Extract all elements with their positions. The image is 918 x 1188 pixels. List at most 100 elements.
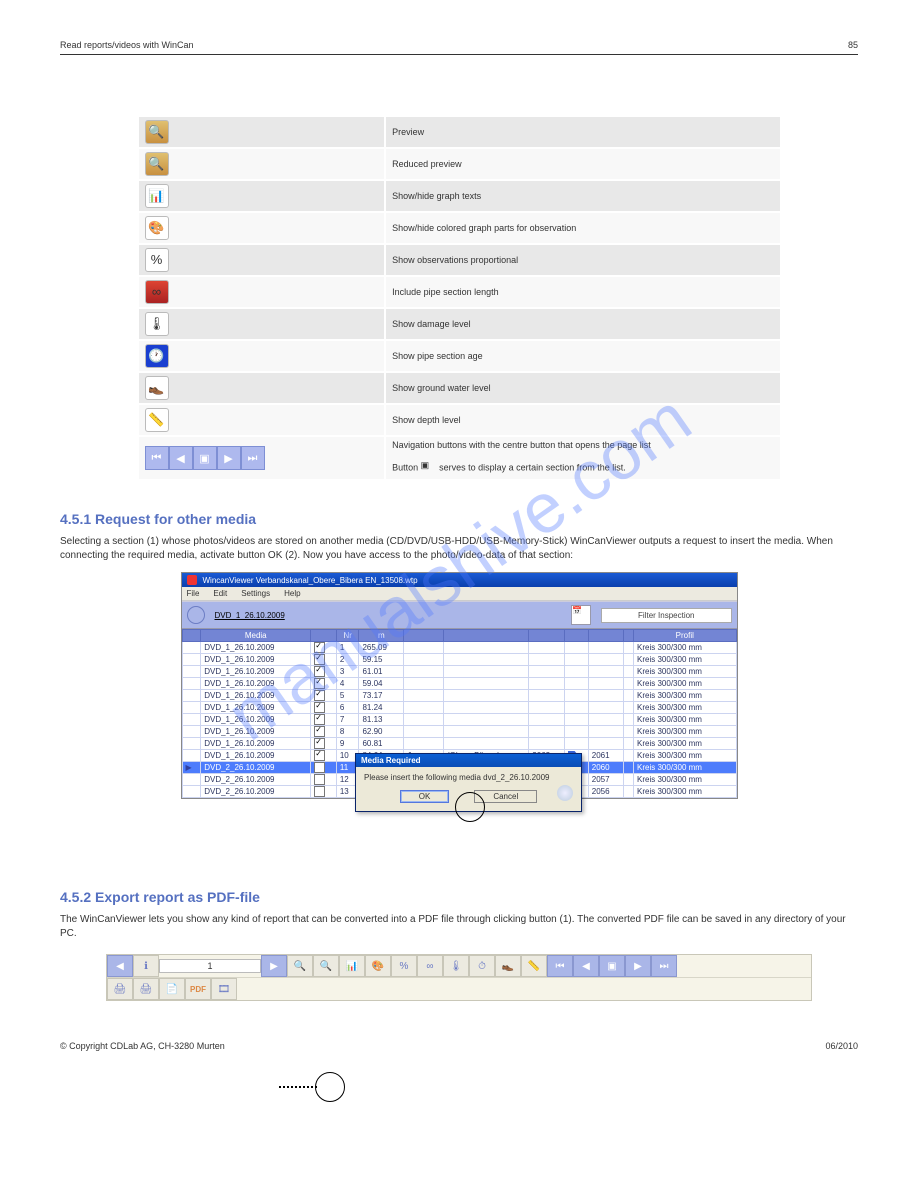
column-header [564, 630, 588, 642]
dvd-label[interactable]: DVD_1_26.10.2009 [215, 611, 285, 620]
ruler-icon: 📏 [145, 408, 169, 432]
nav-last-icon[interactable]: ⏭ [241, 446, 265, 470]
row-checkbox[interactable] [314, 654, 325, 665]
table-row[interactable]: DVD_1_26.10.2009259.15Kreis 300/300 mm [182, 654, 736, 666]
menu-help[interactable]: Help [284, 589, 300, 598]
feature-desc: Show/hide colored graph parts for observ… [386, 213, 779, 243]
footer-left: © Copyright CDLab AG, CH-3280 Murten [60, 1041, 225, 1051]
column-header [624, 630, 634, 642]
row-checkbox[interactable] [314, 762, 325, 773]
chart-edit-icon: 📊 [145, 184, 169, 208]
nav-buttons-group: ⏮ ◀ ▣ ▶ ⏭ [145, 446, 379, 470]
menubar: File Edit Settings Help [182, 587, 737, 601]
lens-icon[interactable]: 🔍 [287, 955, 313, 977]
thermo-icon[interactable]: 🌡 [443, 955, 469, 977]
chart-icon[interactable]: 📊 [339, 955, 365, 977]
clock-icon[interactable]: ⏱ [469, 955, 495, 977]
table-row[interactable]: DVD_1_26.10.20091265.09Kreis 300/300 mm [182, 642, 736, 654]
table-row[interactable]: DVD_1_26.10.2009573.17Kreis 300/300 mm [182, 690, 736, 702]
app-icon [187, 575, 197, 585]
column-header [404, 630, 444, 642]
column-header: m [359, 630, 404, 642]
nav-prev-icon[interactable]: ◀ [169, 446, 193, 470]
row-checkbox[interactable] [314, 690, 325, 701]
nav-prev2-icon[interactable]: ◀ [573, 955, 599, 977]
table-row[interactable]: DVD_1_26.10.2009862.90Kreis 300/300 mm [182, 726, 736, 738]
percent-icon: % [145, 248, 169, 272]
calendar-button[interactable]: 📅 [571, 605, 591, 625]
menu-edit[interactable]: Edit [213, 589, 227, 598]
percent-icon[interactable]: % [391, 955, 417, 977]
nav-hint-prefix: Button [392, 462, 421, 472]
row-checkbox[interactable] [314, 738, 325, 749]
window-title: WincanViewer Verbandskanal_Obere_Bibera … [203, 576, 418, 585]
scan-icon[interactable]: 📄 [159, 978, 185, 1000]
nav-next-icon[interactable]: ▶ [217, 446, 241, 470]
row-checkbox[interactable] [314, 642, 325, 653]
feature-desc: Show observations proportional [386, 245, 779, 275]
palette-icon: 🎨 [145, 216, 169, 240]
dialog-message: Please insert the following media dvd_2_… [364, 773, 573, 782]
report-toolbar-screenshot: ◀ ℹ 1 ▶ 🔍 🔍 📊 🎨 % ∞ 🌡 ⏱ 👞 📏 ⏮ ◀ ▣ ▶ ⏭ 🖨 … [106, 954, 812, 1001]
marker-1 [315, 1072, 345, 1102]
print-icon[interactable]: 🖨 [107, 978, 133, 1000]
prev-page-icon[interactable]: ◀ [107, 955, 133, 977]
shoe-icon: 👞 [145, 376, 169, 400]
row-checkbox[interactable] [314, 702, 325, 713]
lens2-icon[interactable]: 🔍 [313, 955, 339, 977]
row-checkbox[interactable] [314, 786, 325, 797]
feature-desc: Show depth level [386, 405, 779, 435]
page-number-field[interactable]: 1 [159, 959, 261, 973]
feature-desc: Reduced preview [386, 149, 779, 179]
next-page-icon[interactable]: ▶ [261, 955, 287, 977]
column-header: Nr [336, 630, 359, 642]
lens-blue-icon: 🔍 [145, 120, 169, 144]
row-checkbox[interactable] [314, 726, 325, 737]
eight-icon[interactable]: ∞ [417, 955, 443, 977]
feature-desc: Show ground water level [386, 373, 779, 403]
feature-desc: Show damage level [386, 309, 779, 339]
table-row[interactable]: DVD_1_26.10.2009459.04Kreis 300/300 mm [182, 678, 736, 690]
section-4-5-1-body: Selecting a section (1) whose photos/vid… [60, 535, 858, 562]
column-header: Profil [634, 630, 736, 642]
row-checkbox[interactable] [314, 714, 325, 725]
table-row[interactable]: DVD_1_26.10.2009781.13Kreis 300/300 mm [182, 714, 736, 726]
film-icon[interactable]: 🎞 [211, 978, 237, 1000]
row-checkbox[interactable] [314, 678, 325, 689]
thermo-icon: 🌡 [145, 312, 169, 336]
table-row[interactable]: DVD_1_26.10.2009681.24Kreis 300/300 mm [182, 702, 736, 714]
header-right: 85 [848, 40, 858, 50]
pdf-export-button[interactable]: PDF [185, 978, 211, 1000]
nav-first-icon[interactable]: ⏮ [547, 955, 573, 977]
nav-list-icon[interactable]: ▣ [193, 446, 217, 470]
column-header [588, 630, 623, 642]
nav-first-icon[interactable]: ⏮ [145, 446, 169, 470]
menu-file[interactable]: File [187, 589, 200, 598]
shoe-icon[interactable]: 👞 [495, 955, 521, 977]
nav-hint-suffix: serves to display a certain section from… [439, 462, 626, 472]
column-header [529, 630, 564, 642]
row-checkbox[interactable] [314, 774, 325, 785]
ruler-icon[interactable]: 📏 [521, 955, 547, 977]
eight-icon: ∞ [145, 280, 169, 304]
marker-1-line [279, 1086, 317, 1088]
ok-button[interactable]: OK [400, 790, 450, 803]
table-row[interactable]: DVD_1_26.10.2009960.81Kreis 300/300 mm [182, 738, 736, 750]
palette-icon[interactable]: 🎨 [365, 955, 391, 977]
disc-icon [187, 606, 205, 624]
menu-settings[interactable]: Settings [241, 589, 270, 598]
printer2-icon[interactable]: 🖨 [133, 978, 159, 1000]
nav-mini-list-icon: ▣ [421, 460, 437, 476]
nav-next2-icon[interactable]: ▶ [625, 955, 651, 977]
header-rule [60, 54, 858, 55]
nav-last-icon[interactable]: ⏭ [651, 955, 677, 977]
window-titlebar: WincanViewer Verbandskanal_Obere_Bibera … [182, 573, 737, 587]
nav-list-icon[interactable]: ▣ [599, 955, 625, 977]
section-4-5-1-heading: 4.5.1 Request for other media [60, 511, 858, 527]
feature-desc: Preview [386, 117, 779, 147]
table-row[interactable]: DVD_1_26.10.2009361.01Kreis 300/300 mm [182, 666, 736, 678]
row-checkbox[interactable] [314, 750, 325, 761]
info-icon[interactable]: ℹ [133, 955, 159, 977]
row-checkbox[interactable] [314, 666, 325, 677]
filter-button[interactable]: Filter Inspection [601, 608, 731, 623]
